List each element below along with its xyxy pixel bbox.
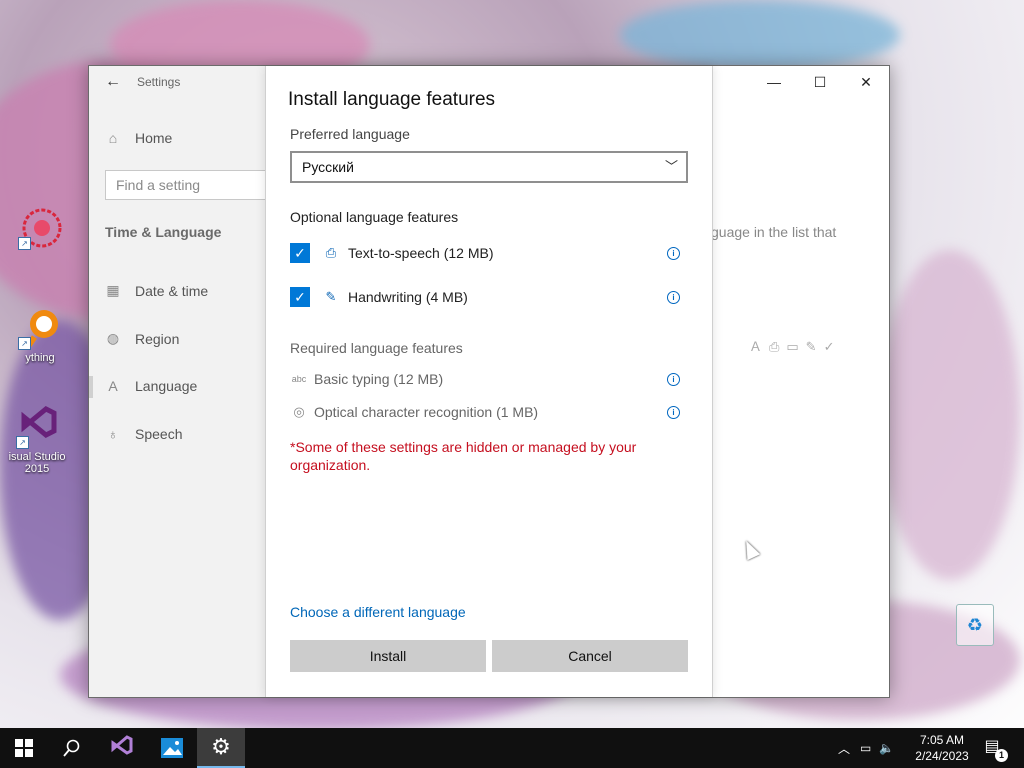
sidebar-item-home[interactable]: ⌂ Home [105, 130, 173, 146]
search-input[interactable]: Find a setting [105, 170, 275, 200]
minimize-button[interactable]: — [751, 66, 797, 98]
recycle-bin-icon[interactable]: ♻ [956, 604, 994, 646]
volume-icon[interactable]: 🔈 [879, 741, 894, 755]
sidebar-item-label: Speech [135, 426, 183, 442]
typing-icon: abc [291, 374, 307, 384]
feature-label: Optical character recognition (1 MB) [314, 404, 539, 420]
background-description: guage in the list that [711, 224, 837, 240]
language-icon: A [108, 378, 118, 394]
optional-features-label: Optional language features [290, 209, 459, 225]
network-icon[interactable]: ▭ [860, 741, 871, 755]
speech-icon: ⎙ [325, 245, 337, 260]
cancel-button[interactable]: Cancel [492, 640, 688, 672]
checkbox-checked[interactable]: ✓ [290, 287, 310, 307]
dialog-title: Install language features [288, 89, 496, 110]
install-button[interactable]: Install [290, 640, 486, 672]
wallpaper-shape [880, 250, 1020, 580]
preferred-language-dropdown[interactable]: Русский ﹀ [290, 151, 688, 183]
feature-basic-typing: abc Basic typing (12 MB) [290, 371, 443, 387]
sidebar-item-language[interactable]: A Language [105, 378, 197, 394]
feature-label: Handwriting (4 MB) [348, 289, 468, 305]
desktop-icon-label: isual Studio 2015 [8, 451, 66, 475]
clock[interactable]: 7:05 AM 2/24/2023 [906, 732, 978, 764]
feature-text-to-speech[interactable]: ✓ ⎙ Text-to-speech (12 MB) [290, 243, 494, 263]
sidebar-item-speech[interactable]: ♁ Speech [105, 426, 183, 442]
search-icon [63, 739, 80, 757]
windows-logo-icon [15, 739, 33, 757]
wallpaper-shape [620, 0, 900, 70]
desktop-icon-visual-studio[interactable]: ↗ isual Studio 2015 [8, 405, 68, 475]
feature-handwriting[interactable]: ✓ ✎ Handwriting (4 MB) [290, 287, 468, 307]
shortcut-arrow-icon: ↗ [18, 237, 31, 250]
managed-warning: *Some of these settings are hidden or ma… [290, 439, 637, 473]
checkbox-checked[interactable]: ✓ [290, 243, 310, 263]
time: 7:05 AM [919, 733, 965, 747]
start-button[interactable] [0, 728, 48, 768]
window-title: Settings [137, 75, 181, 89]
taskbar-visual-studio[interactable] [98, 728, 146, 768]
home-icon: ⌂ [108, 130, 118, 146]
system-tray: ︿ ▭ 🔈 [838, 728, 894, 768]
chevron-up-icon[interactable]: ︿ [838, 740, 850, 757]
shortcut-arrow-icon: ↗ [16, 436, 29, 449]
sidebar-item-label: Date & time [135, 282, 209, 299]
visual-studio-icon [111, 735, 133, 755]
info-icon[interactable]: i [667, 406, 680, 419]
ocr-icon: ◎ [293, 404, 305, 419]
window-controls: — ☐ ✕ [751, 66, 889, 98]
star-app-icon: ↗ [18, 206, 62, 250]
section-title: Time & Language [105, 224, 222, 240]
sidebar-item-date-time[interactable]: ▦ Date & time [105, 282, 208, 299]
shortcut-arrow-icon: ↗ [18, 337, 31, 350]
info-icon[interactable]: i [667, 373, 680, 386]
notification-count: 1 [995, 749, 1008, 762]
feature-label: Basic typing (12 MB) [314, 371, 444, 387]
gear-icon: ⚙ [211, 734, 231, 759]
feature-ocr: ◎ Optical character recognition (1 MB) [290, 404, 538, 420]
language-feature-icons: Ａ⎙▭✎✓ [749, 339, 842, 354]
chevron-down-icon: ﹀ [664, 159, 678, 174]
required-features-label: Required language features [290, 340, 463, 356]
back-button[interactable]: ← [89, 66, 137, 98]
desktop-icon-everything[interactable]: ↗ ything [10, 306, 70, 364]
desktop-icon-label: ything [25, 352, 55, 364]
dropdown-value: Русский [302, 159, 354, 175]
sidebar-item-label: Region [135, 330, 180, 347]
search-app-icon: ↗ [18, 306, 62, 350]
search-button[interactable] [48, 728, 96, 768]
notification-button[interactable]: ▤ 1 [980, 736, 1008, 762]
info-icon[interactable]: i [667, 247, 680, 260]
calendar-icon: ▦ [106, 282, 120, 298]
globe-icon: ◍ [106, 330, 120, 346]
settings-window: ← Settings ⌂ Home Find a setting Time & … [88, 65, 890, 698]
photos-icon [161, 738, 183, 758]
choose-language-link[interactable]: Choose a different language [290, 604, 466, 620]
maximize-button[interactable]: ☐ [797, 66, 843, 98]
taskbar-photos[interactable] [148, 728, 196, 768]
active-indicator [89, 376, 93, 398]
sidebar-item-label: Language [135, 378, 198, 394]
date: 2/24/2023 [915, 749, 969, 763]
info-icon[interactable]: i [667, 291, 680, 304]
install-language-dialog: Install language features Preferred lang… [265, 66, 713, 697]
microphone-icon: ♁ [107, 426, 119, 442]
sidebar-item-region[interactable]: ◍ Region [105, 330, 179, 347]
title-bar: ← Settings [89, 66, 265, 98]
taskbar: ⚙ ︿ ▭ 🔈 7:05 AM 2/24/2023 ▤ 1 [0, 728, 1024, 768]
taskbar-settings[interactable]: ⚙ [197, 728, 245, 768]
sidebar-item-label: Home [135, 130, 173, 146]
handwriting-icon: ✎ [325, 289, 337, 304]
visual-studio-icon: ↗ [16, 405, 60, 449]
desktop-icon-app[interactable]: ↗ [10, 206, 70, 252]
feature-label: Text-to-speech (12 MB) [348, 245, 494, 261]
preferred-language-label: Preferred language [290, 126, 410, 142]
close-button[interactable]: ✕ [843, 66, 889, 98]
settings-sidebar: ← Settings ⌂ Home Find a setting Time & … [89, 66, 275, 697]
